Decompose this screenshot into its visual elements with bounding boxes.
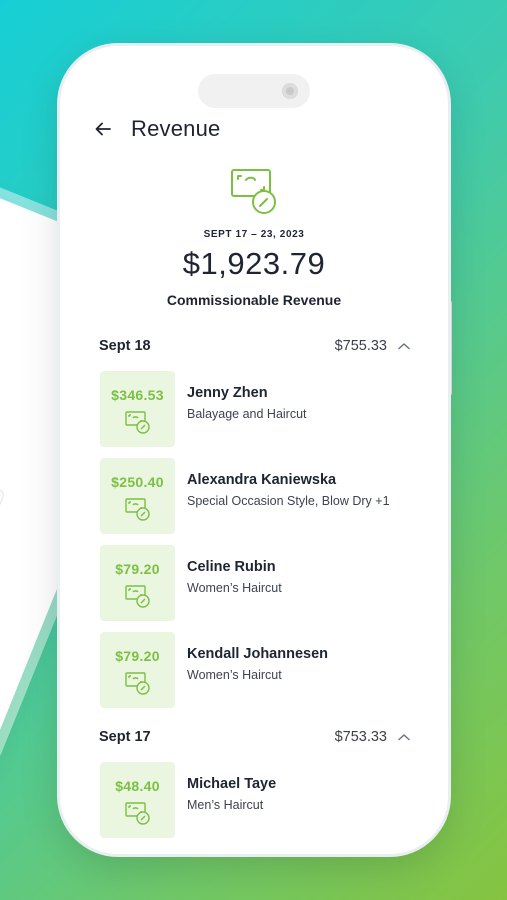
chevron-up-icon[interactable]: [397, 732, 411, 742]
list-item[interactable]: $79.20 Kendall Johannesen Women’s Haircu…: [100, 632, 420, 708]
list-item[interactable]: $250.40 Alexandra Kaniewska Special Occa…: [100, 458, 420, 534]
item-amount: $346.53: [111, 387, 164, 403]
item-amount: $79.20: [115, 561, 160, 577]
cash-icon: [125, 672, 150, 695]
client-name: Kendall Johannesen: [187, 646, 329, 662]
service-name: Women’s Haircut: [187, 668, 282, 682]
service-name: Men’s Haircut: [187, 798, 264, 812]
client-name: Michael Taye: [187, 776, 277, 792]
list-item[interactable]: $48.40 Michael Taye Men’s Haircut: [100, 762, 420, 838]
cash-icon: [125, 498, 150, 521]
amount-tile: $346.53: [100, 371, 175, 447]
day-total: $755.33: [334, 338, 387, 354]
date-range: SEPT 17 – 23, 2023: [203, 229, 305, 240]
total-revenue: $1,923.79: [182, 246, 326, 281]
list-item[interactable]: $79.20 Celine Rubin Women’s Haircut: [100, 545, 420, 621]
client-name: Jenny Zhen: [187, 385, 268, 401]
client-name: Celine Rubin: [187, 559, 276, 575]
arrow-left-icon[interactable]: [93, 119, 113, 139]
cash-icon: [125, 411, 150, 434]
list-item[interactable]: $346.53 Jenny Zhen Balayage and Haircut: [100, 371, 420, 447]
amount-tile: $48.40: [100, 762, 175, 838]
header: Revenue: [93, 116, 220, 142]
amount-tile: $79.20: [100, 632, 175, 708]
item-amount: $79.20: [115, 648, 160, 664]
item-amount: $250.40: [111, 474, 164, 490]
phone-side-button: [448, 300, 452, 396]
camera-icon: [282, 83, 298, 99]
service-name: Special Occasion Style, Blow Dry +1: [187, 494, 390, 508]
amount-tile: $79.20: [100, 545, 175, 621]
item-amount: $48.40: [115, 778, 160, 794]
total-revenue-label: Commissionable Revenue: [166, 292, 342, 308]
day-label: Sept 18: [99, 338, 151, 354]
cash-icon: [125, 585, 150, 608]
phone-screen: Revenue SEPT 17 – 23, 2023 $1,923.79 Com…: [60, 46, 448, 854]
day-header-sept-17[interactable]: Sept 17 $753.33: [99, 726, 411, 748]
cash-icon: [231, 169, 276, 214]
day-label: Sept 17: [99, 729, 151, 745]
background-card: [0, 478, 6, 568]
day-total: $753.33: [334, 729, 387, 745]
dynamic-island: [198, 74, 310, 108]
page-title: Revenue: [131, 116, 221, 141]
amount-tile: $250.40: [100, 458, 175, 534]
cash-icon: [125, 802, 150, 825]
day-header-sept-18[interactable]: Sept 18 $755.33: [99, 335, 411, 357]
service-name: Balayage and Haircut: [187, 407, 307, 421]
client-name: Alexandra Kaniewska: [187, 472, 337, 488]
chevron-up-icon[interactable]: [397, 341, 411, 351]
service-name: Women’s Haircut: [187, 581, 282, 595]
